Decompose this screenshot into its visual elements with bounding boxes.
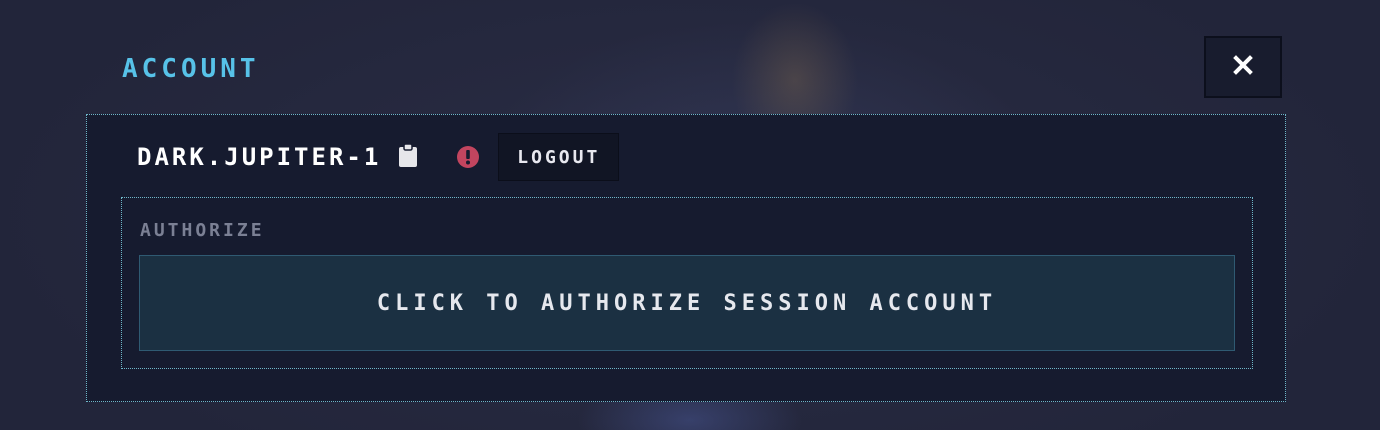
account-panel: DARK.JUPITER-1 LOGOUT AUTHORIZE CLICK TO… [86, 114, 1286, 402]
authorize-button-label: CLICK TO AUTHORIZE SESSION ACCOUNT [376, 290, 998, 316]
account-row: DARK.JUPITER-1 LOGOUT [137, 133, 620, 181]
copy-account-button[interactable] [397, 143, 419, 171]
close-icon [1233, 55, 1253, 79]
authorize-label: AUTHORIZE [140, 220, 265, 241]
logout-button[interactable]: LOGOUT [498, 133, 620, 181]
clipboard-icon [398, 143, 418, 171]
page-title: ACCOUNT [122, 54, 260, 84]
close-button[interactable] [1204, 36, 1282, 98]
account-name: DARK.JUPITER-1 [137, 143, 382, 171]
exclamation-circle-icon [455, 144, 481, 170]
authorize-section: AUTHORIZE CLICK TO AUTHORIZE SESSION ACC… [121, 197, 1253, 369]
authorize-session-button[interactable]: CLICK TO AUTHORIZE SESSION ACCOUNT [139, 255, 1235, 351]
